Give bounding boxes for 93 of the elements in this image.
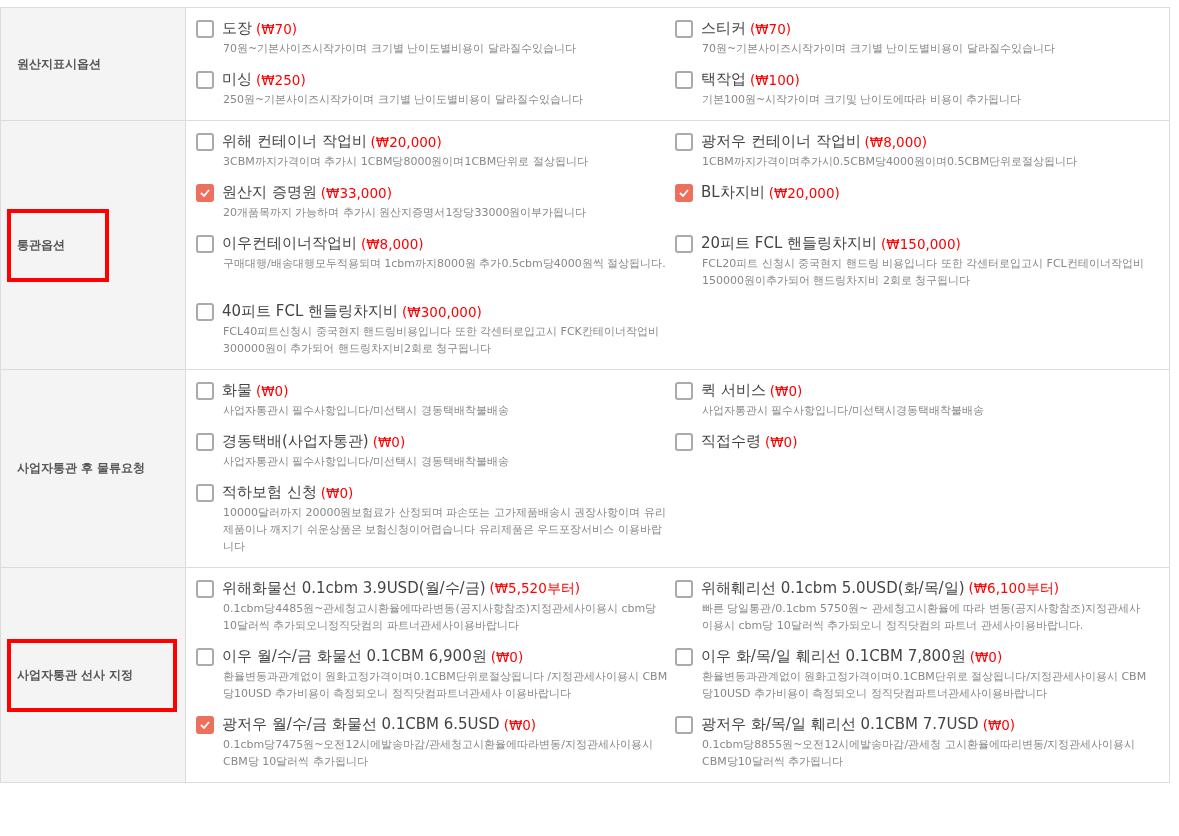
option-label[interactable]: 이우컨테이너작업비 bbox=[222, 234, 357, 253]
option-price: (₩0) bbox=[372, 433, 406, 450]
checkbox[interactable] bbox=[196, 234, 214, 253]
option-description: 환율변동과관계없이 원화고정가격이며0.1CBM단위로절상됩니다 /지정관세사이용시 CBM당10USD 추가비용이 측정되오니 정직닷컴파트너관세사 이용바랍니다 bbox=[223, 669, 668, 702]
option-price: (₩0) bbox=[982, 716, 1016, 733]
option-label[interactable]: 직접수령 bbox=[701, 432, 761, 451]
checkbox[interactable] bbox=[675, 579, 693, 598]
checkbox[interactable] bbox=[196, 483, 214, 502]
option-description: 사업자통관시 필수사항입니다/미선택시 경동택배착불배송 bbox=[223, 454, 510, 470]
checkbox[interactable] bbox=[196, 647, 214, 666]
checkbox[interactable] bbox=[675, 183, 693, 202]
option-price: (₩0) bbox=[765, 433, 798, 450]
option-label[interactable]: 미싱 bbox=[222, 70, 252, 89]
option-description: 0.1cbm당7475원~오전12시에발송마감/관세청고시환율에따라변동/지정관세사이용시CBM당 10달러씩 추가됩니다 bbox=[223, 737, 654, 770]
checkbox[interactable] bbox=[196, 183, 214, 202]
option-label[interactable]: 20피트 FCL 핸들링차지비 bbox=[701, 234, 878, 253]
option-label[interactable]: 광저우 월/수/금 화물선 0.1CBM 6.5USD bbox=[222, 715, 500, 734]
checkbox[interactable] bbox=[196, 432, 214, 451]
option-description: 사업자통관시 필수사항입니다/미선택시 경동택배착불배송 bbox=[223, 403, 510, 419]
option-price: (₩6,100부터) bbox=[968, 579, 1060, 598]
option-label[interactable]: 광저우 컨테이너 작업비 bbox=[701, 132, 861, 151]
option-description: 빠른 당일통관/0.1cbm 5750원~ 관세청고시환율에 따라 변동(공지사항참조)지정관세사이용시 cbm당 10달러씩 추가되오니 정직닷컴의 파트너 관세사이용바랍니다. bbox=[702, 601, 1142, 634]
option-label[interactable]: BL차지비 bbox=[701, 183, 765, 202]
option-label[interactable]: 택작업 bbox=[701, 70, 746, 89]
option-price: (₩8,000) bbox=[361, 235, 424, 252]
checkbox[interactable] bbox=[675, 19, 693, 38]
option-label[interactable]: 경동택배(사업자통관) bbox=[222, 432, 369, 451]
section-label: 원산지표시옵션 bbox=[16, 55, 102, 73]
option-description: 1CBM까지가격이며추가시0.5CBM당4000원이며0.5CBM단위로절상됩니다 bbox=[702, 154, 1079, 170]
option-label[interactable]: 적하보험 신청 bbox=[222, 483, 317, 502]
option-price: (₩150,000) bbox=[881, 235, 961, 252]
option-price: (₩5,520부터) bbox=[489, 579, 581, 598]
option-description: FCL40피트신청시 중국현지 핸드링비용입니다 또한 각센터로입고시 FCK칸테이너작업비 300000원이 추가되어 핸드링차지비2회로 청구됩니다 bbox=[223, 324, 660, 357]
check-icon bbox=[679, 188, 689, 197]
checkbox[interactable] bbox=[196, 70, 214, 89]
check-icon bbox=[200, 720, 210, 729]
option-label[interactable]: 위해 컨테이너 작업비 bbox=[222, 132, 367, 151]
check-icon bbox=[200, 188, 210, 197]
option-label[interactable]: 원산지 증명원 bbox=[222, 183, 317, 202]
option-description: 70원~기본사이즈시작가이며 크기별 난이도별비용이 달라질수있습니다 bbox=[223, 41, 577, 57]
option-label[interactable]: 도장 bbox=[222, 19, 252, 38]
option-price: (₩0) bbox=[769, 382, 803, 399]
option-description: 사업자통관시 필수사항입니다/미선택시경동택배착불배송 bbox=[702, 403, 986, 419]
section-label: 통관옵션 bbox=[7, 208, 109, 282]
option-price: (₩0) bbox=[256, 382, 289, 399]
checkbox[interactable] bbox=[196, 19, 214, 38]
option-description: 20개품목까지 가능하며 추가시 원산지증명서1장당33000원이부가됩니다 bbox=[223, 205, 588, 221]
option-description: 0.1cbm당8855원~오전12시에발송마감/관세청 고시환율에따리변동/지정관세사이용시CBM당10달러씩 추가됩니다 bbox=[702, 737, 1137, 770]
option-price: (₩8,000) bbox=[864, 133, 928, 150]
option-price: (₩100) bbox=[750, 71, 800, 88]
checkbox[interactable] bbox=[196, 715, 214, 734]
option-description: 0.1cbm당4485원~관세청고시환율에따라변동(공지사항참조)지정관세사이용시 cbm당10달러씩 추가되오니정직닷컴의 파트너관세사이용바랍니다 bbox=[223, 601, 658, 634]
checkbox[interactable] bbox=[675, 647, 693, 666]
option-price: (₩0) bbox=[503, 716, 537, 733]
checkbox[interactable] bbox=[675, 234, 693, 253]
checkbox[interactable] bbox=[675, 70, 693, 89]
option-description: 구매대행/배송대행모두적용되며 1cbm까지8000원 추가0.5cbm당4000원씩 절상됩니다. bbox=[223, 256, 667, 272]
option-description: 70원~기본사이즈시작가이며 크기별 난이도별비용이 달라질수있습니다 bbox=[702, 41, 1056, 57]
option-description: 환율변동과관계없이 원화고정가격이며0.1CBM단위로 절상됩니다/지정관세사이용시 CBM당10USD 추가비용이 측정되오니 정직닷컴파트너관세사이용바랍니다 bbox=[702, 669, 1147, 702]
option-label[interactable]: 위해훼리선 0.1cbm 5.0USD(화/목/일) bbox=[701, 579, 965, 598]
checkbox[interactable] bbox=[196, 381, 214, 400]
option-price: (₩70) bbox=[750, 20, 792, 37]
option-label[interactable]: 화물 bbox=[222, 381, 252, 400]
option-label[interactable]: 이우 화/목/일 훼리선 0.1CBM 7,800원 bbox=[701, 647, 966, 666]
option-label[interactable]: 스티커 bbox=[701, 19, 746, 38]
checkbox[interactable] bbox=[675, 132, 693, 151]
option-price: (₩33,000) bbox=[320, 184, 392, 201]
checkbox[interactable] bbox=[675, 381, 693, 400]
option-price: (₩0) bbox=[969, 648, 1003, 665]
option-description: FCL20피트 신청시 중국현지 핸드링 비용입니다 또한 각센터로입고시 FCL컨테이너작업비150000원이추가되어 핸드링차지비 2회로 청구됩니다 bbox=[702, 256, 1145, 289]
option-price: (₩20,000) bbox=[370, 133, 442, 150]
option-description: 250원~기본사이즈시작가이며 크기별 난이도별비용이 달라질수있습니다 bbox=[223, 92, 584, 108]
option-label[interactable]: 위해화물선 0.1cbm 3.9USD(월/수/금) bbox=[222, 579, 486, 598]
checkbox[interactable] bbox=[675, 432, 693, 451]
option-label[interactable]: 퀵 서비스 bbox=[701, 381, 766, 400]
option-price: (₩70) bbox=[256, 20, 298, 37]
option-description: 기본100원~시작가이며 크기및 난이도에따라 비용이 추가됩니다 bbox=[702, 92, 1023, 108]
checkbox[interactable] bbox=[675, 715, 693, 734]
option-price: (₩0) bbox=[320, 484, 354, 501]
checkbox[interactable] bbox=[196, 302, 214, 321]
option-label[interactable]: 이우 월/수/금 화물선 0.1CBM 6,900원 bbox=[222, 647, 487, 666]
option-label[interactable]: 광저우 화/목/일 훼리선 0.1CBM 7.7USD bbox=[701, 715, 979, 734]
option-price: (₩20,000) bbox=[768, 184, 840, 201]
section-label: 사업자통관 후 물류요청 bbox=[16, 460, 147, 477]
option-label[interactable]: 40피트 FCL 핸들링차지비 bbox=[222, 302, 399, 321]
option-description: 10000달러까지 20000원보험료가 산정되며 파손또는 고가제품배송시 권장사항이며 유리제품이나 깨지기 쉬운상품은 보험신청이어렵습니다 유리제품은 우드포장서비스 이용바랍니다 bbox=[223, 505, 667, 555]
checkbox[interactable] bbox=[196, 579, 214, 598]
section-label: 사업자통관 선사 지정 bbox=[7, 638, 178, 712]
checkbox[interactable] bbox=[196, 132, 214, 151]
option-price: (₩250) bbox=[256, 71, 306, 88]
option-description: 3CBM까지가격이며 추가시 1CBM당8000원이며1CBM단위로 절상됩니다 bbox=[223, 154, 589, 170]
option-price: (₩0) bbox=[490, 648, 524, 665]
option-price: (₩300,000) bbox=[402, 303, 482, 320]
